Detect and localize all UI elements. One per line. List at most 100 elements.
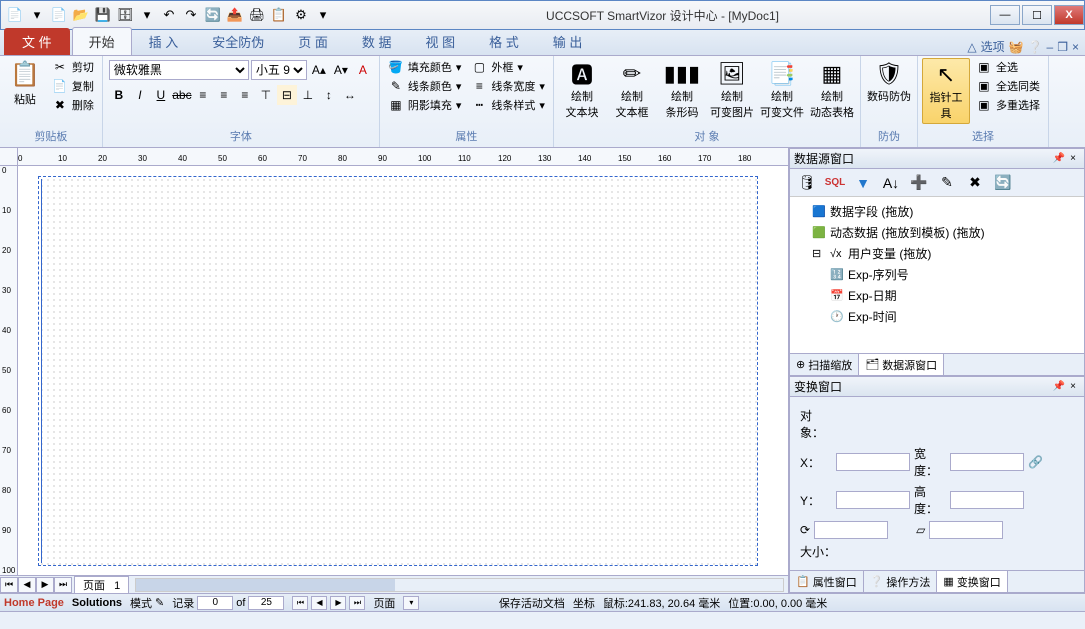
select-all-button[interactable]: ▣全选 [972,58,1044,76]
panel-close-icon-2[interactable]: × [1066,381,1080,392]
qat-refresh-icon[interactable]: 🔄 [203,5,223,25]
font-family-select[interactable]: 微软雅黑 [109,60,249,80]
textbox-button[interactable]: ✏绘制 文本框 [608,58,656,122]
tab-datasource[interactable]: 🗂数据源窗口 [859,354,944,375]
y-input[interactable] [836,491,910,509]
rec-next-button[interactable]: ▶ [330,596,346,610]
record-current-input[interactable] [197,596,233,610]
mdi-min-button[interactable]: – [1047,40,1054,54]
rotate-input[interactable] [814,521,888,539]
panel-pin-icon[interactable]: 📌 [1052,153,1066,164]
line-spacing-button[interactable]: ↕ [319,85,339,105]
underline-button[interactable]: U [151,85,171,105]
align-top-button[interactable]: ⊤ [256,85,276,105]
pointer-tool-button[interactable]: ↖指针工具 [922,58,970,124]
qat-open-icon[interactable]: 📂 [71,5,91,25]
border-button[interactable]: ▢外框 ▾ [467,58,549,76]
panel-pin-icon-2[interactable]: 📌 [1052,381,1066,392]
strike-button[interactable]: abc [172,85,192,105]
italic-button[interactable]: I [130,85,150,105]
link-icon[interactable]: 🔗 [1028,455,1043,469]
save-doc-label[interactable]: 保存活动文档 [499,595,565,611]
width-input[interactable] [950,453,1024,471]
barcode-button[interactable]: ▮▮▮绘制 条形码 [658,58,706,122]
skew-input[interactable] [929,521,1003,539]
qat-preview-icon[interactable]: 📋 [269,5,289,25]
tree-exp-seq[interactable]: 🔢Exp-序列号 [794,264,1080,285]
copy-button[interactable]: 📄复制 [48,77,98,95]
select-same-button[interactable]: ▣全选同类 [972,77,1044,95]
tree-exp-time[interactable]: 🕐Exp-时间 [794,306,1080,327]
qat-export-icon[interactable]: 📤 [225,5,245,25]
x-input[interactable] [836,453,910,471]
tree-fields[interactable]: 🟦数据字段 (拖放) [794,201,1080,222]
home-page-link[interactable]: Home Page [4,597,64,609]
paste-button[interactable]: 📋 粘贴 [4,58,46,109]
align-bottom-button[interactable]: ⊥ [298,85,318,105]
page-surface[interactable] [38,176,758,566]
mdi-restore-button[interactable]: ❐ [1057,40,1068,54]
qat-undo-icon[interactable]: ↶ [159,5,179,25]
rec-last-button[interactable]: ⏭ [349,596,365,610]
hscroll-thumb[interactable] [136,579,395,591]
basket-icon[interactable]: 🧺 [1009,40,1024,54]
rec-first-button[interactable]: ⏮ [292,596,308,610]
grow-font-button[interactable]: A▴ [309,60,329,80]
db-icon[interactable]: 🛢 [796,172,818,194]
varimg-button[interactable]: 🖼绘制 可变图片 [708,58,756,122]
shrink-font-button[interactable]: A▾ [331,60,351,80]
tree-uservar[interactable]: ⊟√x用户变量 (拖放) [794,243,1080,264]
maximize-button[interactable]: ☐ [1022,5,1052,25]
tab-insert[interactable]: 插 入 [132,27,196,55]
filter-icon[interactable]: ▼ [852,172,874,194]
tab-zoom[interactable]: ⊕扫描缩放 [790,354,859,375]
align-middle-button[interactable]: ⊟ [277,85,297,105]
tree-dynamic[interactable]: 🟩动态数据 (拖放到模板) (拖放) [794,222,1080,243]
page-first-button[interactable]: ⏮ [0,577,18,593]
tab-start[interactable]: 开始 [72,27,132,55]
page-next-button[interactable]: ▶ [36,577,54,593]
mdi-close-button[interactable]: × [1072,40,1079,54]
file-tab[interactable]: 文 件 [4,28,70,55]
refresh-ds-icon[interactable]: 🔄 [992,172,1014,194]
hscroll-track[interactable] [135,578,784,592]
tab-format[interactable]: 格 式 [472,27,536,55]
align-center-button[interactable]: ≡ [214,85,234,105]
rec-prev-button[interactable]: ◀ [311,596,327,610]
edit-ds-icon[interactable]: ✎ [936,172,958,194]
fill-color-button[interactable]: 🪣填充颜色 ▾ [384,58,466,76]
tab-page[interactable]: 页 面 [281,27,345,55]
char-spacing-button[interactable]: ↔ [340,85,360,105]
shadow-fill-button[interactable]: ▦阴影填充 ▾ [384,96,466,114]
textblock-button[interactable]: 🅰绘制 文本块 [558,58,606,122]
help-icon[interactable]: ❔ [1028,40,1043,54]
tab-security[interactable]: 安全防伪 [195,27,281,55]
sql-icon[interactable]: SQL [824,172,846,194]
del-ds-icon[interactable]: ✖ [964,172,986,194]
collapse-ribbon-icon[interactable]: △ [967,40,976,54]
tab-data[interactable]: 数 据 [345,27,409,55]
secnum-button[interactable]: 🛡数码防伪 [865,58,913,106]
panel-close-icon[interactable]: × [1066,153,1080,164]
font-size-select[interactable]: 小五 9 [251,60,307,80]
tab-help[interactable]: ❔操作方法 [864,571,938,592]
record-total-input[interactable] [248,596,284,610]
expand-icon[interactable]: ⊟ [812,247,826,260]
sort-icon[interactable]: A↓ [880,172,902,194]
bold-button[interactable]: B [109,85,129,105]
align-right-button[interactable]: ≡ [235,85,255,105]
minimize-button[interactable]: — [990,5,1020,25]
qat-more-icon[interactable]: ▾ [313,5,333,25]
options-link[interactable]: 选项 [981,38,1005,55]
tab-transform[interactable]: ▦变换窗口 [937,571,1007,592]
varfile-button[interactable]: 📑绘制 可变文件 [758,58,806,122]
align-left-button[interactable]: ≡ [193,85,213,105]
font-color-button[interactable]: A [353,60,373,80]
close-button[interactable]: X [1054,5,1084,25]
cut-button[interactable]: ✂剪切 [48,58,98,76]
height-input[interactable] [950,491,1024,509]
mode-icon[interactable]: ✎ [155,596,164,609]
page-prev-button[interactable]: ◀ [18,577,36,593]
line-width-button[interactable]: ≡线条宽度 ▾ [467,77,549,95]
add-ds-icon[interactable]: ➕ [908,172,930,194]
